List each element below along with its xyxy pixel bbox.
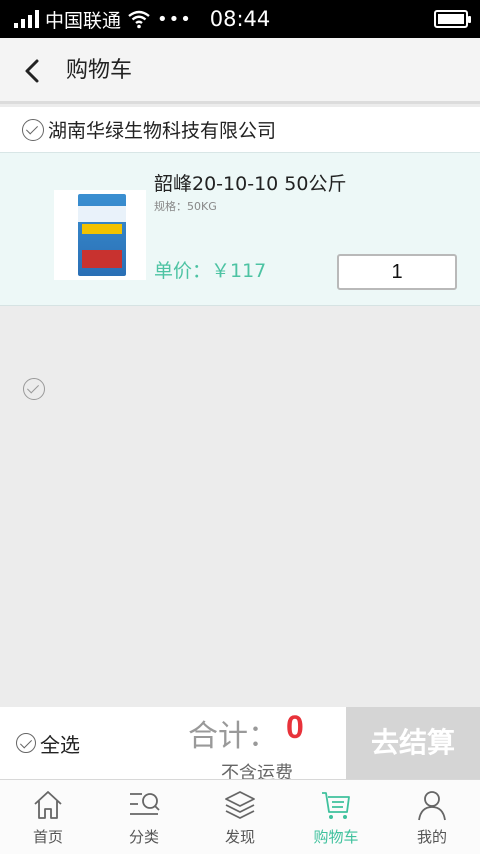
page-title: 购物车 [66, 58, 133, 83]
tab-discover-label: 发现 [224, 828, 255, 846]
unit-price: 单价：￥117 [154, 260, 267, 282]
select-all[interactable]: 全选 [16, 707, 80, 779]
status-bar: 中国联通 ••• 08:44 [0, 0, 480, 38]
fertilizer-bag-image [78, 194, 126, 276]
layers-icon [225, 791, 255, 819]
category-search-icon [130, 793, 160, 815]
select-all-label: 全选 [40, 732, 80, 757]
product-image[interactable] [54, 190, 146, 280]
bottom-tabbar: 首页 分类 发现 购物车 我的 [0, 779, 480, 854]
tab-profile-label: 我的 [416, 828, 447, 846]
tab-home-label: 首页 [32, 828, 63, 846]
chevron-left-icon[interactable] [18, 56, 48, 86]
item-checkbox[interactable] [23, 378, 45, 400]
tab-cart-label: 购物车 [313, 828, 359, 846]
select-all-checkbox[interactable] [16, 733, 36, 753]
status-time: 08:44 [209, 7, 271, 31]
product-name[interactable]: 韶峰20-10-10 50公斤 [154, 169, 346, 196]
checkout-button[interactable]: 去结算 [346, 707, 480, 779]
shop-row[interactable]: 湖南华绿生物科技有限公司 [0, 107, 480, 153]
app-header: 购物车 [0, 38, 480, 104]
home-icon [34, 791, 62, 819]
tab-category-label: 分类 [128, 828, 159, 846]
tab-cart[interactable]: 购物车 [288, 780, 384, 854]
tab-profile[interactable]: 我的 [384, 780, 480, 854]
checkout-bar: 全选 合计： 0 不含运费 去结算 [0, 707, 480, 784]
product-spec: 规格：50KG [154, 200, 217, 213]
total-value: 0 [286, 709, 304, 745]
tab-discover[interactable]: 发现 [192, 780, 288, 854]
user-icon [418, 791, 446, 821]
cart-icon [322, 792, 350, 819]
cart-item: 韶峰20-10-10 50公斤 规格：50KG 单价：￥117 1 [0, 153, 480, 400]
shop-checkbox[interactable] [22, 118, 44, 141]
tab-category[interactable]: 分类 [96, 780, 192, 854]
quantity-input[interactable]: 1 [337, 254, 457, 290]
tab-home[interactable]: 首页 [0, 780, 96, 854]
total-label: 合计： [188, 719, 278, 754]
shop-name: 湖南华绿生物科技有限公司 [48, 120, 277, 142]
battery-icon [434, 10, 471, 28]
